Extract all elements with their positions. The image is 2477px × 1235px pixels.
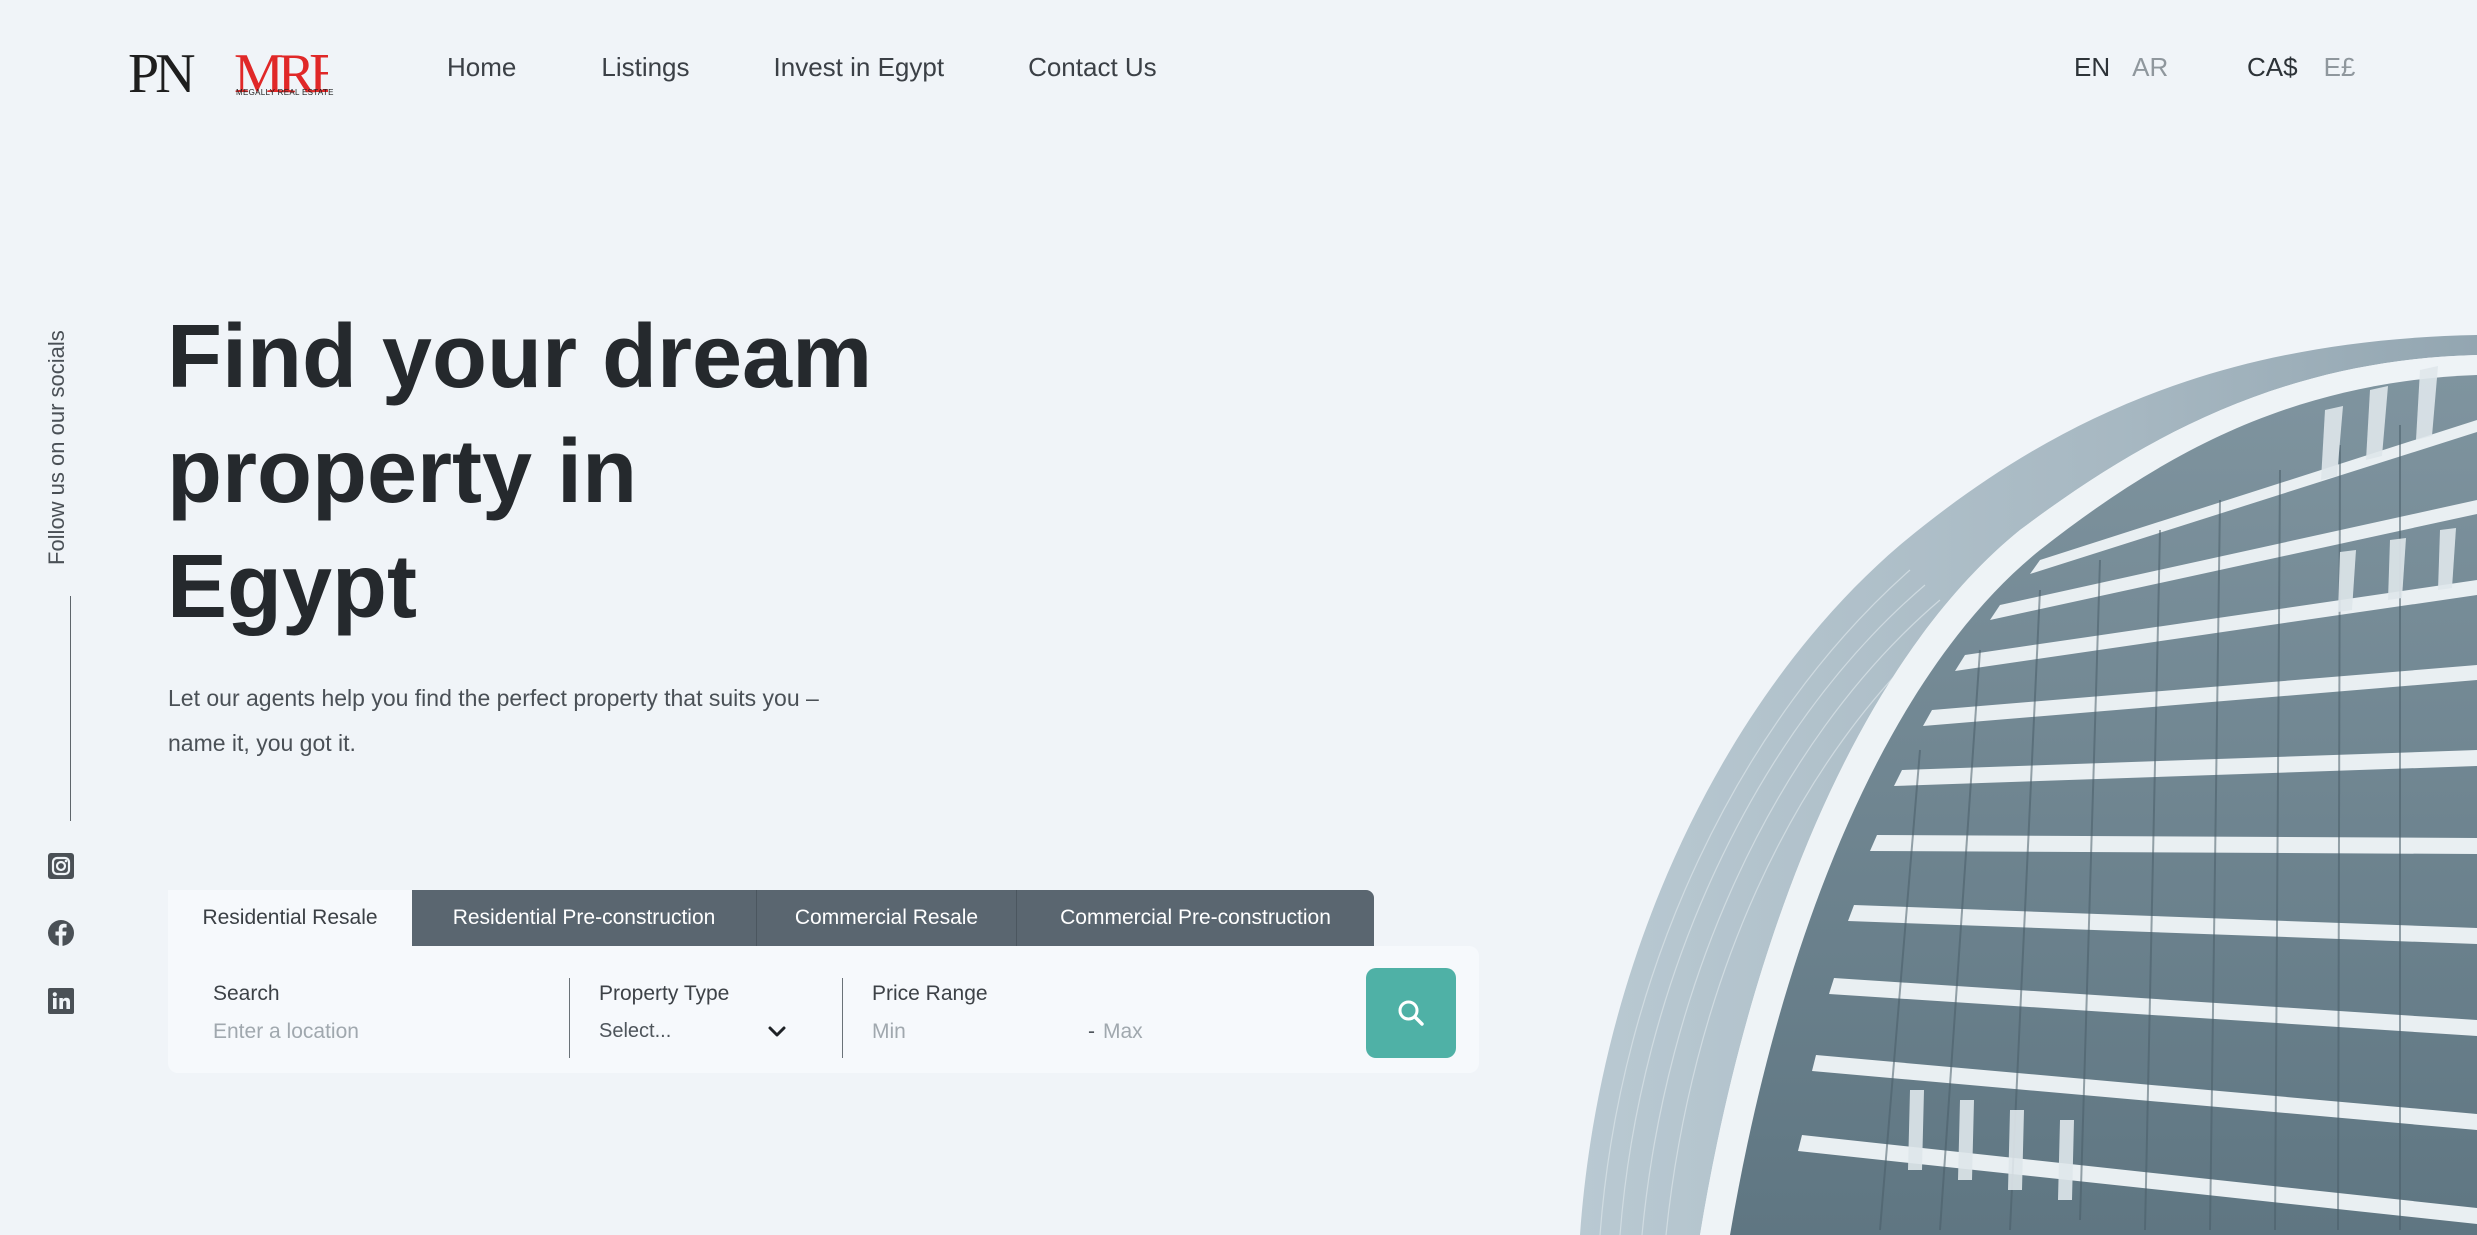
currency-egp[interactable]: E£: [2324, 52, 2356, 83]
chevron-down-icon: [768, 1026, 786, 1036]
follow-divider: [70, 596, 71, 821]
price-range-inputs: -: [872, 1020, 1243, 1044]
nav-listings[interactable]: Listings: [601, 52, 689, 83]
page: PN MRE MEGALLY REAL ESTATE Home Listings…: [0, 0, 2477, 1235]
hero-subtitle-line-1: Let our agents help you find the perfect…: [168, 685, 819, 711]
property-type-value: Select...: [599, 1020, 672, 1042]
tab-residential-pre-construction[interactable]: Residential Pre-construction: [412, 890, 756, 946]
property-type-select[interactable]: Select...: [599, 1020, 787, 1043]
tab-commercial-resale[interactable]: Commercial Resale: [756, 890, 1016, 946]
search-button[interactable]: [1366, 968, 1456, 1058]
follow-socials-label: Follow us on our socials: [44, 330, 69, 565]
location-label: Search: [213, 982, 280, 1005]
search-icon: [1398, 1000, 1424, 1026]
hero-title-line-2: property in: [167, 422, 638, 522]
main-nav: Home Listings Invest in Egypt Contact Us: [447, 52, 1157, 83]
search-tabs: Residential Resale Residential Pre-const…: [168, 890, 1374, 946]
nav-contact-us[interactable]: Contact Us: [1028, 52, 1157, 83]
building-image: [1580, 330, 2477, 1235]
nav-home[interactable]: Home: [447, 52, 516, 83]
hero-title-line-1: Find your dream: [167, 307, 873, 407]
field-divider: [842, 978, 843, 1058]
instagram-icon[interactable]: [47, 852, 75, 880]
logo-mark-left: PN: [128, 43, 195, 105]
currency-cad[interactable]: CA$: [2247, 52, 2298, 83]
hero-subtitle-line-2: name it, you got it.: [168, 730, 356, 756]
logo[interactable]: PN MRE MEGALLY REAL ESTATE: [128, 36, 333, 106]
tab-residential-resale[interactable]: Residential Resale: [168, 890, 412, 946]
linkedin-icon[interactable]: [47, 987, 75, 1015]
price-separator: -: [1088, 1020, 1095, 1043]
property-type-label: Property Type: [599, 982, 730, 1005]
currency-switcher: CA$ E£: [2247, 52, 2355, 83]
property-type-field: Property Type Select...: [599, 982, 787, 1043]
search-panel: Search Property Type Select... Price Ran…: [168, 946, 1479, 1073]
location-input[interactable]: [213, 1020, 413, 1044]
location-field: Search: [213, 982, 413, 1044]
lang-en[interactable]: EN: [2074, 52, 2110, 83]
price-min-input[interactable]: [872, 1020, 1072, 1044]
price-range-label: Price Range: [872, 982, 988, 1005]
hero-subtitle: Let our agents help you find the perfect…: [168, 676, 888, 766]
hero-title: Find your dream property in Egypt: [167, 300, 987, 645]
tab-commercial-pre-construction[interactable]: Commercial Pre-construction: [1016, 890, 1374, 946]
price-range-field: Price Range -: [872, 982, 1243, 1044]
nav-invest-in-egypt[interactable]: Invest in Egypt: [774, 52, 945, 83]
logo-tagline: MEGALLY REAL ESTATE: [236, 88, 334, 97]
lang-ar[interactable]: AR: [2132, 52, 2168, 83]
building-illustration: [1580, 335, 2477, 1235]
field-divider: [569, 978, 570, 1058]
price-max-input[interactable]: [1103, 1020, 1243, 1044]
hero-title-line-3: Egypt: [167, 537, 418, 637]
facebook-icon[interactable]: [47, 919, 75, 947]
language-switcher: EN AR: [2074, 52, 2168, 83]
